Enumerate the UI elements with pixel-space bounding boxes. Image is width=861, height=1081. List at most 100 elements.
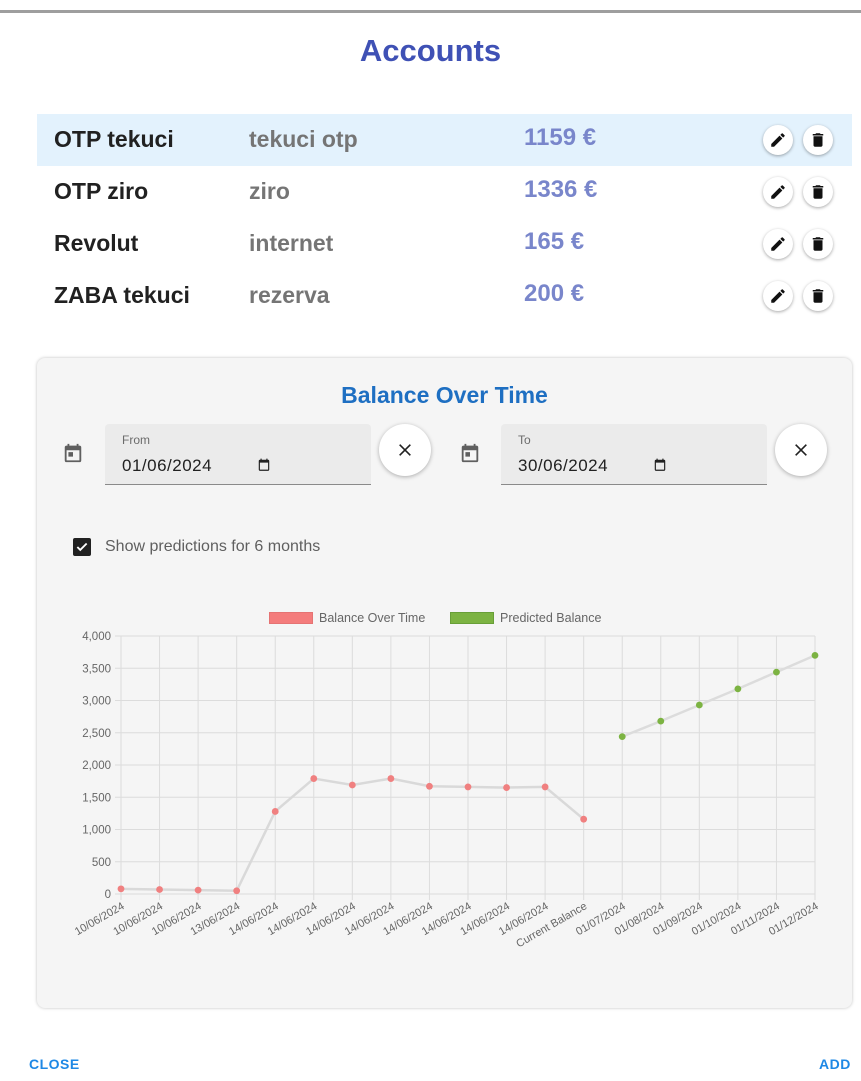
- to-date-label: To: [518, 433, 531, 447]
- trash-icon: [812, 289, 824, 303]
- close-icon: [399, 444, 411, 456]
- edit-account-button[interactable]: [763, 125, 793, 155]
- x-tick-label: 01/08/2024: [613, 900, 667, 938]
- date-picker-icon[interactable]: [257, 458, 271, 472]
- y-tick-label: 0: [105, 889, 111, 901]
- account-description: tekuci otp: [249, 126, 358, 152]
- edit-account-button[interactable]: [763, 229, 793, 259]
- delete-account-button[interactable]: [803, 281, 833, 311]
- account-description: rezerva: [249, 282, 330, 308]
- pencil-icon: [771, 237, 785, 251]
- x-tick-label: 14/06/2024: [420, 900, 474, 938]
- data-point: [426, 782, 433, 790]
- clear-from-button[interactable]: [379, 424, 431, 476]
- y-tick-label: 1,500: [82, 792, 111, 804]
- x-tick-label: 14/06/2024: [304, 900, 358, 938]
- add-button[interactable]: ADD: [819, 1056, 851, 1072]
- series-line: [120, 777, 585, 893]
- trash-icon: [812, 237, 824, 251]
- x-tick-label: 14/06/2024: [497, 900, 551, 938]
- account-row[interactable]: OTP tekuci tekuci otp 1159 €: [37, 114, 852, 166]
- x-tick-label: 01/09/2024: [651, 900, 705, 938]
- x-tick-label: Current Balance: [514, 900, 589, 950]
- data-point: [233, 887, 241, 895]
- edit-account-button[interactable]: [763, 177, 793, 207]
- close-icon: [795, 444, 807, 456]
- x-tick-label: 01/11/2024: [729, 900, 782, 938]
- x-tick-label: 01/12/2024: [767, 900, 821, 938]
- from-date-field[interactable]: From 01/06/2024: [105, 424, 371, 485]
- x-tick-label: 01/10/2024: [690, 900, 744, 938]
- close-button[interactable]: CLOSE: [29, 1056, 80, 1072]
- delete-account-button[interactable]: [803, 229, 833, 259]
- y-tick-label: 2,000: [82, 760, 111, 772]
- y-tick-label: 1,000: [82, 825, 111, 837]
- to-date-field[interactable]: To 30/06/2024: [501, 424, 767, 485]
- edit-account-button[interactable]: [763, 281, 793, 311]
- y-tick-label: 3,500: [82, 663, 111, 675]
- data-point: [156, 886, 163, 893]
- x-tick-label: 01/07/2024: [574, 900, 628, 938]
- account-balance: 165 €: [524, 228, 585, 255]
- date-picker-icon[interactable]: [653, 458, 667, 472]
- data-point: [657, 717, 665, 725]
- data-point: [773, 668, 780, 676]
- data-point: [117, 885, 125, 893]
- delete-account-button[interactable]: [803, 125, 833, 155]
- account-balance: 1159 €: [524, 124, 597, 151]
- account-row[interactable]: Revolut internet 165 €: [37, 218, 852, 270]
- legend-balance[interactable]: Balance Over Time: [269, 611, 425, 625]
- legend-swatch-predicted: [450, 612, 494, 624]
- y-tick-label: 4,000: [82, 631, 111, 643]
- x-tick-label: 14/06/2024: [266, 900, 320, 938]
- y-tick-label: 500: [92, 857, 111, 869]
- account-balance: 200 €: [524, 280, 585, 307]
- y-tick-label: 3,000: [82, 696, 111, 708]
- clear-to-button[interactable]: [775, 424, 827, 476]
- data-point: [348, 781, 356, 789]
- legend-predicted[interactable]: Predicted Balance: [450, 611, 601, 625]
- pencil-icon: [771, 289, 785, 303]
- delete-account-button[interactable]: [803, 177, 833, 207]
- dialog-title: Accounts: [359, 33, 502, 68]
- data-point: [734, 685, 742, 693]
- legend-label-predicted: Predicted Balance: [500, 611, 602, 625]
- trash-icon: [812, 185, 824, 199]
- data-point: [503, 784, 510, 791]
- pencil-icon: [771, 133, 785, 147]
- x-tick-label: 14/06/2024: [343, 900, 397, 938]
- account-description: internet: [249, 230, 334, 256]
- data-point: [541, 783, 549, 791]
- trash-icon: [812, 133, 824, 147]
- data-point: [580, 815, 588, 823]
- account-name: Revolut: [54, 230, 139, 256]
- data-point: [194, 886, 202, 894]
- data-point: [310, 775, 318, 782]
- balance-card-title: Balance Over Time: [341, 382, 548, 408]
- legend-swatch-balance: [269, 612, 313, 624]
- x-tick-label: 14/06/2024: [381, 900, 435, 938]
- predictions-label: Show predictions for 6 months: [105, 538, 321, 555]
- calendar-icon: [461, 443, 479, 463]
- pencil-icon: [771, 185, 785, 199]
- data-point: [695, 701, 703, 709]
- account-row[interactable]: ZABA tekuci rezerva 200 €: [37, 270, 852, 322]
- series-line: [621, 654, 816, 738]
- account-name: ZABA tekuci: [54, 282, 190, 308]
- to-date-value: 30/06/2024: [518, 456, 609, 475]
- account-name: OTP ziro: [54, 178, 149, 204]
- calendar-icon: [64, 443, 82, 463]
- account-description: ziro: [249, 178, 290, 204]
- data-point: [811, 651, 819, 659]
- top-divider: [0, 10, 861, 13]
- x-tick-label: 14/06/2024: [227, 900, 281, 938]
- x-tick-label: 10/06/2024: [73, 900, 127, 938]
- legend-label-balance: Balance Over Time: [319, 611, 426, 625]
- data-point: [464, 783, 472, 791]
- from-date-value: 01/06/2024: [122, 456, 213, 475]
- data-point: [618, 733, 626, 741]
- account-name: OTP tekuci: [54, 126, 174, 152]
- account-row[interactable]: OTP ziro ziro 1336 €: [37, 166, 852, 218]
- predictions-checkbox[interactable]: [73, 538, 91, 556]
- from-date-label: From: [122, 433, 150, 447]
